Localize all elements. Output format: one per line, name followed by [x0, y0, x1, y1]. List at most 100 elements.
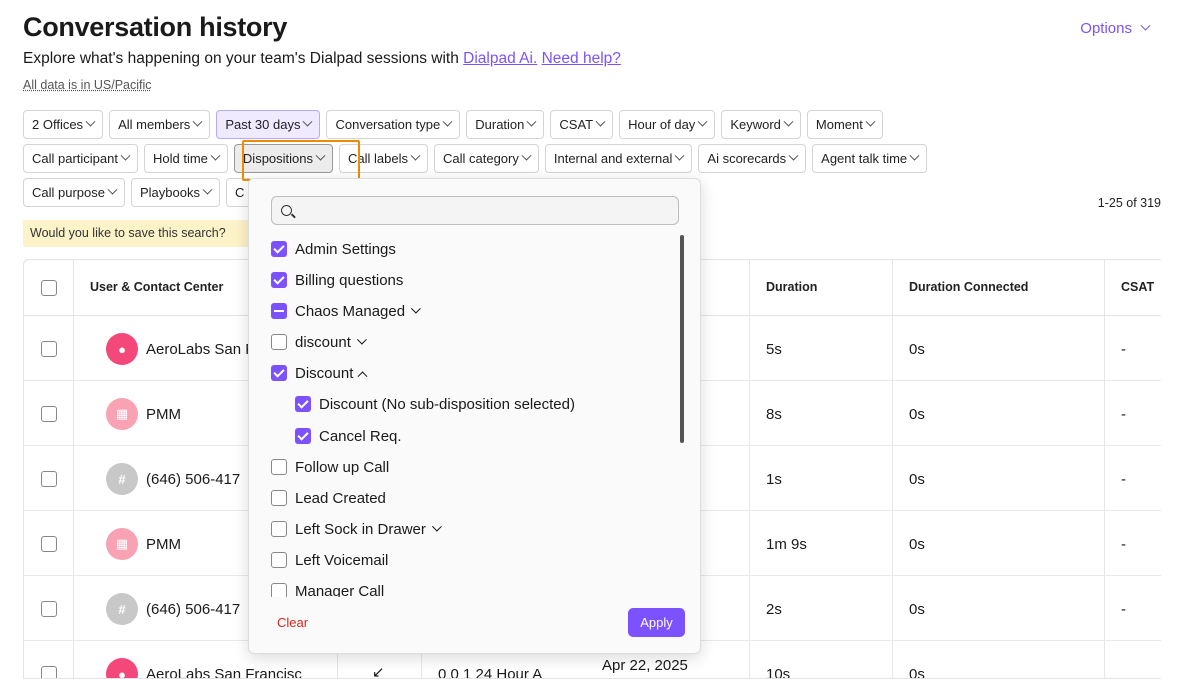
page-subtitle: Explore what's happening on your team's …: [23, 50, 621, 68]
filter-call-participant[interactable]: Call participant: [23, 144, 138, 173]
row-csat: -: [1121, 536, 1126, 553]
checkbox-partial-icon[interactable]: [271, 303, 287, 319]
contact-center-avatar-icon: ●: [106, 658, 138, 678]
header-user: User & Contact Center: [90, 280, 224, 294]
expand-chevron-down-icon[interactable]: [411, 303, 421, 314]
disposition-chaos-managed[interactable]: Chaos Managed: [271, 299, 421, 323]
filter-keyword[interactable]: Keyword: [721, 110, 801, 139]
row-checkbox[interactable]: [41, 471, 57, 487]
call-direction-icon: ↙: [372, 664, 385, 679]
dropdown-scrollbar[interactable]: [680, 235, 684, 443]
row-duration: 5s: [766, 341, 782, 358]
checkbox-unchecked-icon[interactable]: [271, 552, 287, 568]
row-connected: 0s: [909, 601, 925, 618]
chevron-down-icon: [202, 184, 213, 195]
row-checkbox[interactable]: [41, 341, 57, 357]
item-label: discount: [295, 333, 351, 351]
disposition-cancel-req[interactable]: Cancel Req.: [295, 424, 402, 448]
checkbox-checked-icon[interactable]: [295, 396, 311, 412]
filter-call-purpose[interactable]: Call purpose: [23, 178, 125, 207]
item-label: Discount (No sub-disposition selected): [319, 395, 575, 413]
chevron-down-icon: [107, 184, 118, 195]
checkbox-unchecked-icon[interactable]: [271, 334, 287, 350]
item-label: Left Sock in Drawer: [295, 520, 426, 538]
dispositions-search-input[interactable]: [300, 201, 670, 221]
checkbox-unchecked-icon[interactable]: [271, 490, 287, 506]
item-label: Billing questions: [295, 271, 404, 289]
filter-csat[interactable]: CSAT: [550, 110, 614, 139]
filter-moment[interactable]: Moment: [806, 110, 883, 139]
disposition-discount-no-sub[interactable]: Discount (No sub-disposition selected): [295, 392, 575, 416]
disposition-follow-up-call[interactable]: Follow up Call: [271, 455, 389, 479]
row-csat: -: [1121, 341, 1126, 358]
disposition-discount-lower[interactable]: discount: [271, 330, 367, 354]
chevron-down-icon: [315, 150, 326, 161]
filter-ai-scorecards[interactable]: Ai scorecards: [698, 144, 807, 173]
need-help-link[interactable]: Need help?: [542, 50, 621, 67]
chevron-down-icon: [303, 116, 313, 127]
filter-duration[interactable]: Duration: [466, 110, 545, 139]
disposition-admin-settings[interactable]: Admin Settings: [271, 237, 396, 261]
clear-button[interactable]: Clear: [277, 615, 308, 630]
chevron-down-icon: [192, 116, 203, 127]
chevron-down-icon: [865, 116, 876, 127]
disposition-left-voicemail[interactable]: Left Voicemail: [271, 548, 388, 572]
item-label: Manager Call: [295, 582, 385, 598]
checkbox-checked-icon[interactable]: [271, 365, 287, 381]
filter-label: Past 30 days: [225, 117, 301, 132]
row-duration: 1s: [766, 471, 782, 488]
row-checkbox[interactable]: [41, 406, 57, 422]
timezone-note[interactable]: All data is in US/Pacific: [23, 78, 152, 92]
expand-chevron-down-icon[interactable]: [356, 334, 367, 345]
row-checkbox[interactable]: [41, 536, 57, 552]
checkbox-unchecked-icon[interactable]: [271, 583, 287, 597]
filter-label: Duration: [475, 117, 525, 132]
header-duration-connected: Duration Connected: [909, 280, 1029, 294]
filter-label: Dispositions: [242, 151, 314, 166]
row-duration: 8s: [766, 406, 782, 423]
hash-avatar-icon: #: [106, 593, 138, 625]
filter-label: CSAT: [559, 117, 594, 132]
expand-chevron-down-icon[interactable]: [431, 521, 442, 532]
checkbox-checked-icon[interactable]: [271, 272, 287, 288]
chevron-down-icon: [788, 150, 799, 161]
filter-hold-time[interactable]: Hold time: [144, 144, 228, 173]
row-csat: -: [1121, 406, 1126, 423]
apply-button[interactable]: Apply: [628, 608, 685, 637]
options-menu-button[interactable]: Options: [1080, 20, 1151, 37]
row-date: Apr 22, 2025: [602, 657, 688, 674]
row-user: (646) 506-417: [146, 601, 241, 618]
checkbox-unchecked-icon[interactable]: [271, 459, 287, 475]
disposition-lead-created[interactable]: Lead Created: [271, 486, 386, 510]
filter-members[interactable]: All members: [109, 110, 211, 139]
checkbox-unchecked-icon[interactable]: [271, 521, 287, 537]
filter-conversation-type[interactable]: Conversation type: [326, 110, 461, 139]
row-user: AeroLabs San Fr: [146, 341, 260, 358]
disposition-left-sock-in-drawer[interactable]: Left Sock in Drawer: [271, 517, 442, 541]
row-duration: 2s: [766, 601, 782, 618]
row-checkbox[interactable]: [41, 601, 57, 617]
row-user: PMM: [146, 536, 181, 553]
item-label: Discount: [295, 364, 354, 382]
chevron-down-icon: [85, 116, 96, 127]
filter-call-category[interactable]: Call category: [434, 144, 539, 173]
chevron-down-icon: [210, 150, 221, 161]
disposition-manager-call[interactable]: Manager Call: [271, 579, 384, 597]
filter-playbooks[interactable]: Playbooks: [131, 178, 220, 207]
collapse-chevron-up-icon[interactable]: [357, 370, 368, 381]
filter-hour-of-day[interactable]: Hour of day: [619, 110, 716, 139]
dialpad-ai-link[interactable]: Dialpad Ai.: [463, 50, 537, 67]
filter-date-range[interactable]: Past 30 days: [216, 110, 321, 139]
checkbox-checked-icon[interactable]: [295, 428, 311, 444]
checkbox-checked-icon[interactable]: [271, 241, 287, 257]
filter-dispositions[interactable]: Dispositions: [233, 144, 334, 173]
disposition-billing-questions[interactable]: Billing questions: [271, 268, 403, 292]
dispositions-search[interactable]: [271, 196, 679, 225]
filter-offices[interactable]: 2 Offices: [23, 110, 104, 139]
disposition-discount[interactable]: Discount: [271, 361, 368, 385]
select-all-checkbox[interactable]: [41, 280, 57, 296]
filter-agent-talk-time[interactable]: Agent talk time: [812, 144, 928, 173]
filter-internal-external[interactable]: Internal and external: [544, 144, 693, 173]
filter-call-labels[interactable]: Call labels: [339, 144, 428, 173]
page-title: Conversation history: [23, 12, 288, 42]
